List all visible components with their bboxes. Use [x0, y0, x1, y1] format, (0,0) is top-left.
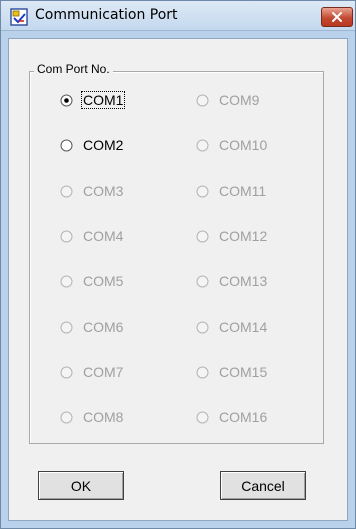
radio-circle-icon: [60, 321, 73, 333]
radio-label: COM11: [219, 183, 267, 199]
radio-com13: COM13: [196, 271, 316, 291]
radio-com4: COM4: [60, 226, 180, 246]
radio-circle-icon: [196, 94, 209, 106]
radio-circle-icon: [60, 366, 73, 378]
radio-com15: COM15: [196, 362, 316, 382]
com-port-groupbox: [29, 71, 324, 444]
radio-com1[interactable]: COM1: [60, 90, 180, 110]
radio-com10: COM10: [196, 135, 316, 155]
radio-circle-icon: [196, 185, 209, 197]
radio-label: COM9: [219, 92, 260, 108]
radio-circle-icon: [60, 411, 73, 423]
radio-label: COM4: [83, 228, 124, 244]
radio-label: COM1: [80, 91, 126, 109]
window-title: Communication Port: [35, 7, 178, 23]
radio-com3: COM3: [60, 181, 180, 201]
radio-com9: COM9: [196, 90, 316, 110]
radio-com8: COM8: [60, 407, 180, 427]
title-bar[interactable]: Communication Port: [1, 1, 355, 31]
radio-circle-icon: [60, 139, 73, 151]
radio-label: COM16: [219, 409, 268, 425]
radio-circle-icon: [196, 366, 209, 378]
radio-circle-icon: [60, 230, 73, 242]
radio-circle-icon: [196, 321, 209, 333]
app-icon: [10, 8, 28, 26]
radio-label: COM2: [83, 137, 124, 153]
close-button[interactable]: [321, 7, 353, 27]
ok-button[interactable]: OK: [38, 471, 124, 500]
radio-com6: COM6: [60, 317, 180, 337]
cancel-button[interactable]: Cancel: [220, 471, 306, 500]
radio-label: COM13: [219, 273, 268, 289]
radio-circle-icon: [60, 185, 73, 197]
radio-label: COM14: [219, 319, 268, 335]
radio-com12: COM12: [196, 226, 316, 246]
radio-label: COM3: [83, 183, 124, 199]
close-icon: [332, 12, 342, 22]
groupbox-label: Com Port No.: [34, 62, 113, 76]
radio-com7: COM7: [60, 362, 180, 382]
radio-circle-icon: [196, 230, 209, 242]
radio-label: COM12: [219, 228, 268, 244]
radio-circle-icon: [60, 275, 73, 287]
radio-com16: COM16: [196, 407, 316, 427]
radio-label: COM10: [219, 137, 268, 153]
radio-label: COM8: [83, 409, 124, 425]
radio-com2[interactable]: COM2: [60, 135, 180, 155]
radio-com11: COM11: [196, 181, 316, 201]
radio-label: COM6: [83, 319, 124, 335]
radio-label: COM15: [219, 364, 268, 380]
radio-com14: COM14: [196, 317, 316, 337]
radio-label: COM7: [83, 364, 124, 380]
radio-com5: COM5: [60, 271, 180, 291]
radio-circle-icon: [196, 275, 209, 287]
radio-circle-icon: [196, 139, 209, 151]
radio-label: COM5: [83, 273, 124, 289]
radio-circle-icon: [60, 94, 73, 106]
radio-circle-icon: [196, 411, 209, 423]
